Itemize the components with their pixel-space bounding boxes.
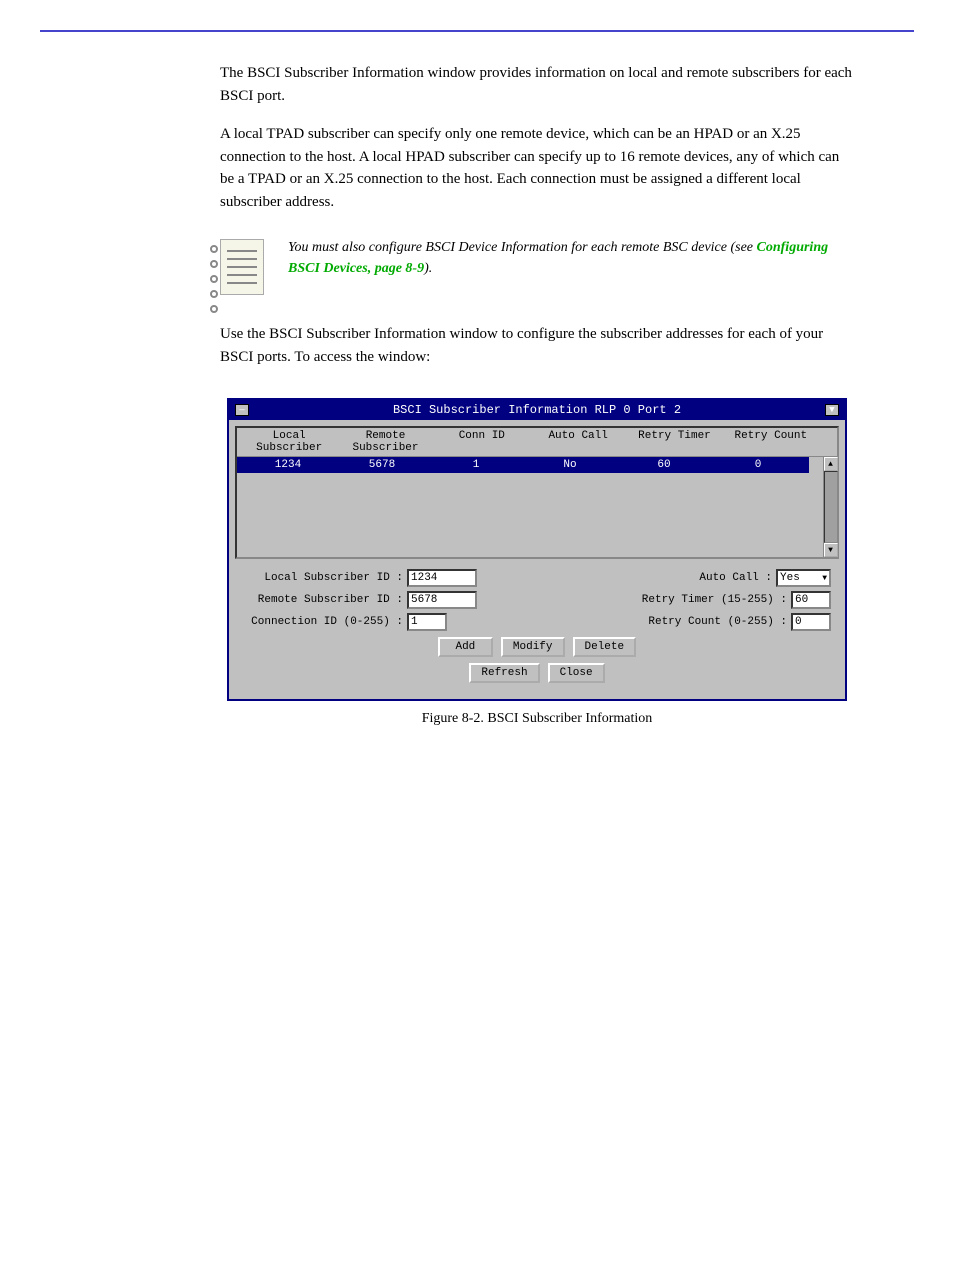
col-header-remote: Remote Subscriber	[337, 430, 433, 454]
table-row[interactable]: 1234 5678 1 No 60 0	[237, 457, 809, 473]
paragraph-3: Use the BSCI Subscriber Information wind…	[220, 323, 854, 368]
col-header-retry-timer: Retry Timer	[626, 430, 722, 454]
table-scrollbar[interactable]: ▲ ▼	[823, 457, 837, 557]
figure-container: — BSCI Subscriber Information RLP 0 Port…	[220, 398, 854, 727]
note-line-4	[227, 274, 257, 276]
col-header-conn: Conn ID	[434, 430, 530, 454]
bsci-title: BSCI Subscriber Information RLP 0 Port 2	[249, 403, 825, 417]
spiral-dot-1	[210, 245, 218, 253]
form-area: Local Subscriber ID : Auto Call : Yes ▼ …	[235, 565, 839, 693]
modify-button[interactable]: Modify	[501, 637, 565, 657]
refresh-button[interactable]: Refresh	[469, 663, 539, 683]
col-header-retry-count: Retry Count	[723, 430, 819, 454]
note-line-1	[227, 250, 257, 252]
add-button[interactable]: Add	[438, 637, 493, 657]
content-area: The BSCI Subscriber Information window p…	[0, 32, 954, 777]
scrollbar-track[interactable]	[824, 471, 838, 543]
delete-button[interactable]: Delete	[573, 637, 637, 657]
titlebar-minimize-button[interactable]: —	[235, 404, 249, 416]
bsci-titlebar: — BSCI Subscriber Information RLP 0 Port…	[229, 400, 845, 420]
retry-timer-label: Retry Timer (15-255) :	[642, 594, 787, 606]
note-text: You must also configure BSCI Device Info…	[288, 237, 854, 279]
scrollbar-up-button[interactable]: ▲	[824, 457, 838, 471]
form-row-3: Connection ID (0-255) : Retry Count (0-2…	[243, 613, 831, 631]
remote-subscriber-label: Remote Subscriber ID :	[243, 594, 403, 606]
auto-call-dropdown-icon: ▼	[822, 574, 827, 583]
connection-input[interactable]	[407, 613, 447, 631]
note-text-after: ).	[424, 261, 432, 276]
remote-subscriber-input[interactable]	[407, 591, 477, 609]
col-header-local: Local Subscriber	[241, 430, 337, 454]
bsci-body: Local Subscriber Remote Subscriber Conn …	[229, 420, 845, 699]
table-data-area: 1234 5678 1 No 60 0	[237, 457, 837, 557]
spiral-dot-4	[210, 290, 218, 298]
note-line-5	[227, 282, 257, 284]
titlebar-maximize-button[interactable]: ▼	[825, 404, 839, 416]
local-subscriber-input[interactable]	[407, 569, 477, 587]
note-line-2	[227, 258, 257, 260]
note-paper	[220, 239, 264, 295]
retry-count-label: Retry Count (0-255) :	[647, 616, 787, 628]
scrollbar-down-button[interactable]: ▼	[824, 543, 838, 557]
note-text-before: You must also configure BSCI Device Info…	[288, 240, 757, 255]
spiral-dot-5	[210, 305, 218, 313]
cell-remote: 5678	[335, 459, 429, 471]
table-rows-container: 1234 5678 1 No 60 0	[237, 457, 823, 543]
spiral-dot-3	[210, 275, 218, 283]
auto-call-value: Yes	[780, 572, 800, 584]
paragraph-2: A local TPAD subscriber can specify only…	[220, 123, 854, 213]
table-container: Local Subscriber Remote Subscriber Conn …	[235, 426, 839, 559]
cell-retry-timer: 60	[617, 459, 711, 471]
button-row-1: Add Modify Delete	[243, 637, 831, 657]
connection-label: Connection ID (0-255) :	[243, 616, 403, 628]
note-line-3	[227, 266, 257, 268]
note-box: You must also configure BSCI Device Info…	[220, 237, 854, 299]
auto-call-select[interactable]: Yes ▼	[776, 569, 831, 587]
paragraph-1: The BSCI Subscriber Information window p…	[220, 62, 854, 107]
button-row-2: Refresh Close	[243, 663, 831, 683]
col-header-auto: Auto Call	[530, 430, 626, 454]
auto-call-label: Auto Call :	[632, 572, 772, 584]
cell-conn: 1	[429, 459, 523, 471]
local-subscriber-label: Local Subscriber ID :	[243, 572, 403, 584]
table-empty-space	[237, 473, 823, 543]
bsci-window: — BSCI Subscriber Information RLP 0 Port…	[227, 398, 847, 701]
page: The BSCI Subscriber Information window p…	[0, 30, 954, 1265]
cell-local: 1234	[241, 459, 335, 471]
spiral-dot-2	[210, 260, 218, 268]
form-row-2: Remote Subscriber ID : Retry Timer (15-2…	[243, 591, 831, 609]
table-header-row: Local Subscriber Remote Subscriber Conn …	[237, 428, 837, 457]
retry-timer-input[interactable]	[791, 591, 831, 609]
note-icon	[220, 239, 272, 299]
cell-auto: No	[523, 459, 617, 471]
close-button[interactable]: Close	[548, 663, 605, 683]
form-row-1: Local Subscriber ID : Auto Call : Yes ▼	[243, 569, 831, 587]
figure-caption: Figure 8-2. BSCI Subscriber Information	[422, 711, 653, 727]
cell-retry-count: 0	[711, 459, 805, 471]
retry-count-input[interactable]	[791, 613, 831, 631]
